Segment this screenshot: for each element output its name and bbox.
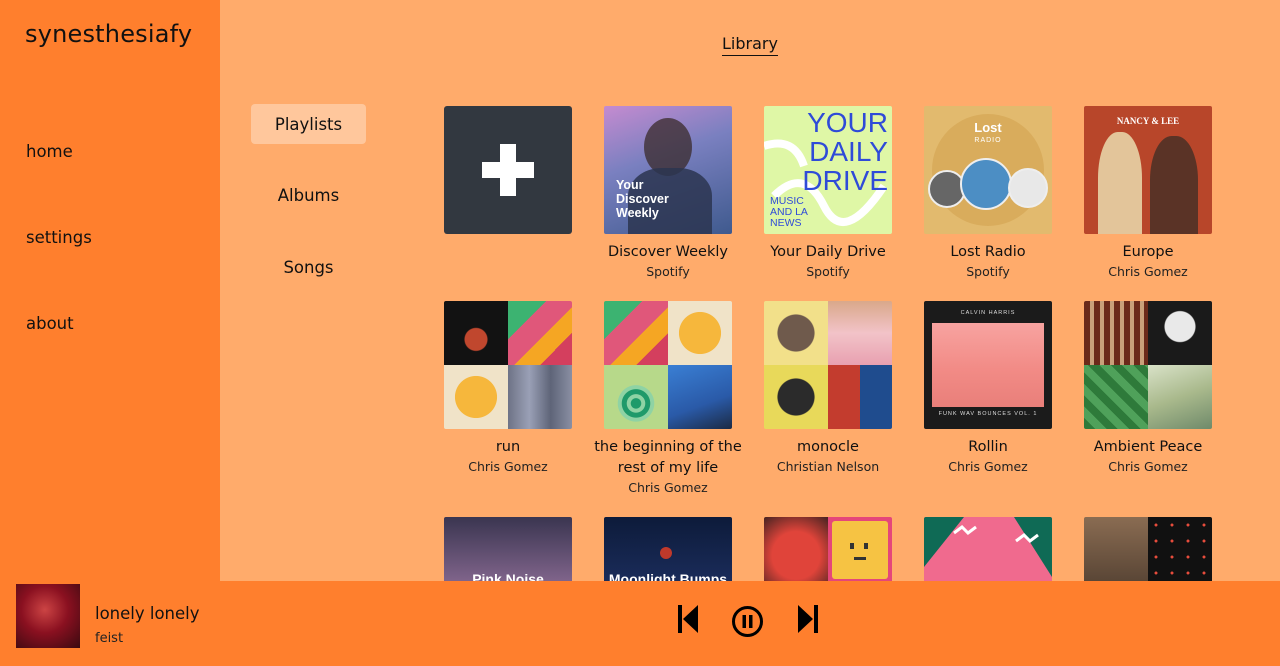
playlist-tile[interactable] [908, 517, 1068, 581]
playlist-cover [764, 301, 892, 429]
playlist-name: monocle [797, 439, 859, 455]
app-brand[interactable]: synesthesiafy [25, 20, 192, 48]
playlist-owner: Chris Gomez [1108, 459, 1188, 474]
cover-subtext: FUNK WAV BOUNCES VOL. 1 [938, 411, 1038, 417]
now-playing-album-art[interactable] [16, 584, 80, 648]
playlist-cover [764, 517, 892, 581]
playlist-cover [1084, 517, 1212, 581]
playlist-tile[interactable]: Pink Noise [428, 517, 588, 581]
cover-text: NANCY & LEE [1116, 116, 1180, 126]
playlist-owner: Spotify [806, 264, 850, 279]
playlist-owner: Christian Nelson [776, 459, 880, 474]
tab-playlists[interactable]: Playlists [251, 104, 366, 144]
cover-text: Moonlight Bumps [608, 571, 728, 581]
playlist-tile[interactable]: Ambient Peace Chris Gomez [1068, 301, 1228, 476]
skip-next-icon [798, 605, 818, 633]
previous-button[interactable] [676, 604, 700, 638]
playlist-tile[interactable]: YOUR DAILY DRIVE MUSIC AND LA NEWS Your … [748, 106, 908, 281]
playlist-owner: Chris Gomez [1108, 264, 1188, 279]
playlist-tile[interactable] [1068, 517, 1228, 581]
playlist-name: Your Daily Drive [770, 244, 886, 260]
playlist-owner: Spotify [646, 264, 690, 279]
now-playing-bar: lonely lonely feist [0, 581, 1280, 666]
cover-text: Lost [974, 120, 1002, 135]
playlist-cover: Moonlight Bumps [604, 517, 732, 581]
cover-text: Pink Noise [472, 571, 544, 581]
next-button[interactable] [796, 604, 820, 638]
playlist-cover: NANCY & LEE [1084, 106, 1212, 234]
playlist-tile[interactable]: Your Discover Weekly Discover Weekly Spo… [588, 106, 748, 281]
playlist-cover: CALVIN HARRIS FUNK WAV BOUNCES VOL. 1 [924, 301, 1052, 429]
playlist-name: Discover Weekly [607, 244, 728, 260]
add-playlist-tile[interactable] [428, 106, 588, 234]
playlist-name: Europe [1122, 244, 1174, 260]
playlist-grid: Your Discover Weekly Discover Weekly Spo… [420, 96, 1260, 581]
playlist-owner: Chris Gomez [468, 459, 548, 474]
playlist-name: the beginning of the rest of my life [594, 439, 742, 476]
playlist-cover: Pink Noise [444, 517, 572, 581]
plus-icon [482, 144, 534, 196]
now-playing-title[interactable]: lonely lonely [95, 604, 200, 623]
playlist-tile[interactable]: NANCY & LEE Europe Chris Gomez [1068, 106, 1228, 281]
tab-albums[interactable]: Albums [251, 175, 366, 215]
playlist-tile[interactable]: Moonlight Bumps [588, 517, 748, 581]
nav-settings[interactable]: settings [26, 228, 92, 247]
sidebar: synesthesiafy home settings about [0, 0, 220, 581]
playlist-cover: Your Discover Weekly [604, 106, 732, 234]
playlist-tile[interactable]: the beginning of the rest of my life Chr… [588, 301, 748, 497]
pause-icon [732, 606, 763, 637]
tab-songs[interactable]: Songs [251, 247, 366, 287]
playlist-tile[interactable]: Lost RADIO Lost Radio Spotify [908, 106, 1068, 281]
playlist-cover [1084, 301, 1212, 429]
playlist-name: Ambient Peace [1093, 439, 1203, 455]
cover-text: YOUR DAILY DRIVE [802, 107, 888, 196]
playlist-name: Rollin [968, 439, 1008, 455]
playlist-tile[interactable]: run Chris Gomez [428, 301, 588, 476]
now-playing-artist[interactable]: feist [95, 631, 123, 646]
playlist-cover [444, 301, 572, 429]
playlist-tile[interactable]: CALVIN HARRIS FUNK WAV BOUNCES VOL. 1 Ro… [908, 301, 1068, 476]
playlist-cover [924, 517, 1052, 581]
skip-previous-icon [678, 605, 698, 633]
cover-subtext: MUSIC AND LA NEWS [770, 195, 808, 229]
nav-home[interactable]: home [26, 142, 73, 161]
pause-button[interactable] [731, 605, 764, 642]
add-playlist-button[interactable] [444, 106, 572, 234]
nav-about[interactable]: about [26, 314, 74, 333]
playlist-name: Lost Radio [950, 244, 1026, 260]
playlist-name: run [495, 439, 521, 455]
playlist-tile[interactable]: monocle Christian Nelson [748, 301, 908, 476]
playlist-owner: Chris Gomez [948, 459, 1028, 474]
playlist-cover: Lost RADIO [924, 106, 1052, 234]
cover-subtext: RADIO [974, 137, 1002, 144]
playlist-tile[interactable] [748, 517, 908, 581]
cover-text: Your Discover Weekly [616, 178, 669, 220]
page-title[interactable]: Library [722, 34, 778, 56]
playlist-cover: YOUR DAILY DRIVE MUSIC AND LA NEWS [764, 106, 892, 234]
playlist-owner: Spotify [966, 264, 1010, 279]
playlist-cover [604, 301, 732, 429]
cover-text: CALVIN HARRIS [960, 310, 1016, 316]
playlist-owner: Chris Gomez [628, 480, 708, 495]
